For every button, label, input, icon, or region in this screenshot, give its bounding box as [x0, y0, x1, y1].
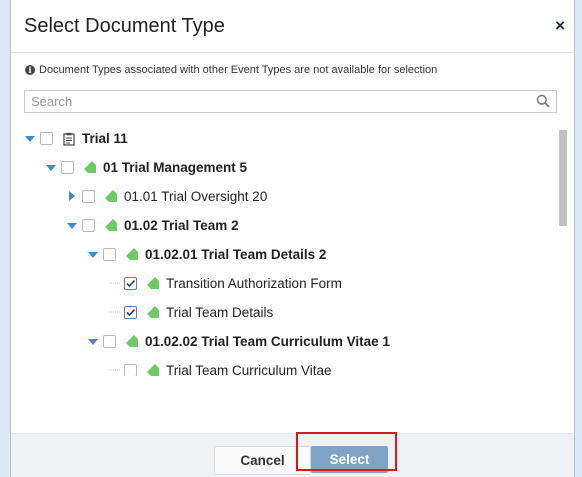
- dialog-title: Select Document Type: [24, 15, 225, 37]
- tree-node[interactable]: 01 Trial Management 5: [45, 156, 247, 178]
- tree-connector: [108, 277, 120, 289]
- select-button-highlight: [296, 432, 397, 471]
- tree-leaf-item[interactable]: Transition Authorization Form: [108, 272, 342, 294]
- dialog-header: Select Document Type ×: [11, 0, 574, 53]
- tree-item-label: 01.02.02 Trial Team Curriculum Vitae 1: [145, 333, 390, 349]
- expand-caret-down-icon[interactable]: [87, 335, 99, 347]
- expand-caret-down-icon[interactable]: [45, 161, 57, 173]
- clipboard-icon: [62, 132, 76, 146]
- tag-icon: [104, 190, 118, 202]
- tree-checkbox[interactable]: [103, 334, 116, 348]
- tree-item-label: Transition Authorization Form: [166, 275, 342, 291]
- tree-connector: [108, 306, 120, 318]
- search-icon[interactable]: [536, 94, 550, 108]
- info-icon: i: [25, 65, 35, 75]
- tree-checkbox[interactable]: [82, 189, 95, 203]
- expand-caret-right-icon[interactable]: [66, 190, 78, 202]
- search-box: [24, 90, 557, 113]
- tree-node[interactable]: 01.02.02 Trial Team Curriculum Vitae 1: [87, 330, 390, 352]
- tag-icon: [146, 306, 160, 318]
- tree-checkbox[interactable]: [103, 247, 116, 261]
- tree-checkbox[interactable]: [40, 131, 53, 145]
- tree-checkbox[interactable]: [124, 276, 137, 290]
- tree-item-label: Trial 11: [82, 130, 128, 146]
- tag-icon: [146, 364, 160, 376]
- tree-connector: [108, 364, 120, 376]
- info-message: i Document Types associated with other E…: [25, 64, 437, 76]
- expand-caret-down-icon[interactable]: [24, 132, 36, 144]
- tree-item-label: 01.02.01 Trial Team Details 2: [145, 246, 327, 262]
- dialog-footer: Cancel Select: [11, 433, 574, 477]
- tree-node[interactable]: Trial 11: [24, 127, 128, 149]
- tree-item-label: Trial Team Details: [166, 304, 274, 320]
- tag-icon: [104, 219, 118, 231]
- expand-caret-down-icon[interactable]: [87, 248, 99, 260]
- expand-caret-down-icon[interactable]: [66, 219, 78, 231]
- select-document-type-dialog: Select Document Type × i Document Types …: [10, 0, 575, 477]
- search-input[interactable]: [25, 91, 537, 112]
- tree-checkbox[interactable]: [82, 218, 95, 232]
- tree-scrollbar[interactable]: [559, 130, 567, 226]
- document-type-tree: Trial 11 01 Trial Management 5 01.01 Trial…: [24, 121, 561, 376]
- tree-item-label: 01.02 Trial Team 2: [124, 217, 239, 233]
- tree-checkbox[interactable]: [124, 363, 137, 376]
- tree-node[interactable]: 01.02 Trial Team 2: [66, 214, 239, 236]
- tree-leaf-item[interactable]: Trial Team Curriculum Vitae: [108, 359, 332, 376]
- info-text: Document Types associated with other Eve…: [39, 64, 438, 76]
- tree-node[interactable]: 01.02.01 Trial Team Details 2: [87, 243, 326, 265]
- tag-icon: [146, 277, 160, 289]
- tree-item-label: 01.01 Trial Oversight 20: [124, 188, 268, 204]
- tag-icon: [83, 161, 97, 173]
- tag-icon: [125, 248, 139, 260]
- tree-node[interactable]: 01.01 Trial Oversight 20: [66, 185, 267, 207]
- tree-leaf-item[interactable]: Trial Team Details: [108, 301, 273, 323]
- tree-item-label: 01 Trial Management 5: [103, 159, 248, 175]
- close-icon[interactable]: ×: [555, 17, 565, 34]
- tree-checkbox[interactable]: [124, 305, 137, 319]
- tree-item-label: Trial Team Curriculum Vitae: [166, 362, 332, 377]
- tree-checkbox[interactable]: [61, 160, 74, 174]
- tag-icon: [125, 335, 139, 347]
